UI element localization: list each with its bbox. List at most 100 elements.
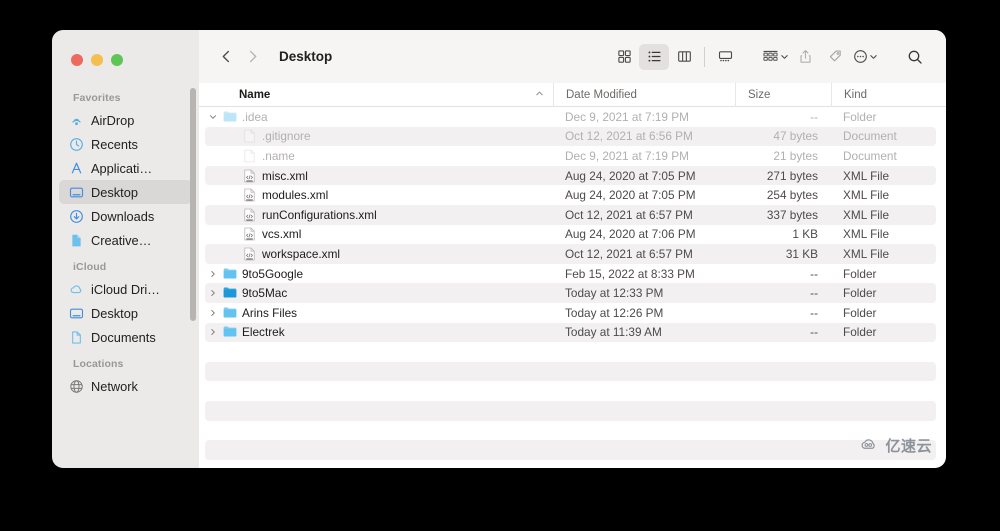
- file-list: .idea Dec 9, 2021 at 7:19 PM -- Folder .giti…: [199, 107, 946, 468]
- view-column-button[interactable]: [669, 44, 699, 70]
- desktop-icon: [69, 306, 84, 321]
- table-row[interactable]: 9to5Google Feb 15, 2022 at 8:33 PM -- Folde…: [199, 264, 946, 284]
- column-header-name[interactable]: Name: [199, 83, 553, 107]
- file-name-cell: Arins Files: [199, 306, 553, 320]
- tags-button[interactable]: [820, 44, 850, 70]
- sidebar-scrollbar[interactable]: [190, 88, 196, 321]
- sidebar-item-recents[interactable]: Recents: [59, 132, 192, 156]
- file-date-cell: Today at 11:39 AM: [565, 325, 662, 340]
- folder-icon: [223, 325, 237, 339]
- file-date-cell: Dec 9, 2021 at 7:19 PM: [565, 148, 689, 163]
- applications-icon: [69, 161, 84, 176]
- desktop-icon: [69, 185, 84, 200]
- file-name-cell: 9to5Mac: [199, 286, 553, 300]
- close-button[interactable]: [71, 54, 83, 66]
- cloud-logo-icon: [859, 436, 881, 455]
- sidebar-item-airdrop[interactable]: AirDrop: [59, 108, 192, 132]
- sidebar-item-label: Downloads: [91, 208, 155, 224]
- file-name-cell: modules.xml: [199, 188, 553, 202]
- folder-icon: [223, 110, 237, 124]
- empty-row: [199, 421, 946, 441]
- toolbar: Desktop: [199, 30, 946, 83]
- file-name-label: .gitignore: [262, 129, 311, 144]
- table-row[interactable]: Electrek Today at 11:39 AM -- Folder: [199, 322, 946, 343]
- table-row[interactable]: Arins Files Today at 12:26 PM -- Folder: [199, 303, 946, 323]
- disclosure-expanded-icon[interactable]: [207, 113, 218, 121]
- sidebar-item-label: iCloud Dri…: [91, 281, 160, 297]
- sidebar-item-label: Applicati…: [91, 160, 153, 176]
- table-row[interactable]: runConfigurations.xml Oct 12, 2021 at 6:5…: [199, 204, 946, 225]
- column-header-kind[interactable]: Kind: [831, 82, 946, 107]
- file-size-cell: 47 bytes: [773, 129, 818, 144]
- table-row[interactable]: misc.xml Aug 24, 2020 at 7:05 PM 271 bytes…: [199, 165, 946, 186]
- file-kind-cell: Folder: [843, 286, 877, 301]
- table-row[interactable]: 9to5Mac Today at 12:33 PM -- Folder: [199, 283, 946, 303]
- disclosure-collapsed-icon[interactable]: [207, 328, 218, 336]
- sidebar-item-network[interactable]: Network: [59, 374, 192, 398]
- column-header-date-modified[interactable]: Date Modified: [553, 82, 735, 107]
- page-title: Desktop: [279, 49, 333, 64]
- file-name-label: .idea: [242, 109, 268, 124]
- group-by-button[interactable]: [760, 44, 790, 70]
- file-date-cell: Today at 12:33 PM: [565, 286, 664, 301]
- more-options-button[interactable]: [850, 44, 880, 70]
- file-kind-cell: XML File: [843, 246, 890, 261]
- table-row[interactable]: .gitignore Oct 12, 2021 at 6:56 PM 47 byte…: [199, 126, 946, 147]
- maximize-button[interactable]: [111, 54, 123, 66]
- xml-file-icon: [243, 227, 257, 241]
- file-size-cell: 21 bytes: [773, 148, 818, 163]
- column-header-row: Name Date Modified Size Kind: [199, 82, 946, 107]
- sidebar-item-icloud-desktop[interactable]: Desktop: [59, 301, 192, 325]
- column-header-size[interactable]: Size: [735, 82, 831, 107]
- sidebar-section-icloud: iCloud: [73, 261, 107, 273]
- file-kind-cell: Folder: [843, 109, 877, 124]
- sidebar-section-locations: Locations: [73, 358, 124, 370]
- disclosure-collapsed-icon[interactable]: [207, 289, 218, 297]
- search-button[interactable]: [900, 44, 930, 70]
- forward-button[interactable]: [239, 44, 265, 70]
- view-icon-button[interactable]: [609, 44, 639, 70]
- file-kind-cell: XML File: [843, 227, 890, 242]
- file-size-cell: 254 bytes: [766, 188, 818, 203]
- share-button[interactable]: [790, 44, 820, 70]
- cloud-icon: [69, 282, 84, 297]
- minimize-button[interactable]: [91, 54, 103, 66]
- table-row[interactable]: vcs.xml Aug 24, 2020 at 7:06 PM 1 KB XML Fi…: [199, 225, 946, 245]
- document-icon: [243, 129, 257, 143]
- disclosure-collapsed-icon[interactable]: [207, 309, 218, 317]
- chevron-down-icon: [869, 48, 878, 66]
- view-list-button[interactable]: [639, 43, 669, 70]
- file-size-cell: --: [810, 109, 818, 124]
- sidebar: Favorites AirDrop Recents Applicati… Des…: [52, 30, 199, 468]
- disclosure-collapsed-icon[interactable]: [207, 270, 218, 278]
- clock-icon: [69, 137, 84, 152]
- file-name-label: modules.xml: [262, 188, 329, 203]
- sidebar-section-favorites: Favorites: [73, 92, 121, 104]
- sidebar-item-label: Creative…: [91, 232, 152, 248]
- file-size-cell: --: [810, 325, 818, 340]
- sidebar-item-desktop[interactable]: Desktop: [59, 180, 192, 204]
- file-kind-cell: XML File: [843, 168, 890, 183]
- view-gallery-button[interactable]: [710, 44, 740, 70]
- globe-icon: [69, 379, 84, 394]
- table-row[interactable]: workspace.xml Oct 12, 2021 at 6:57 PM 31 K…: [199, 244, 946, 264]
- sidebar-item-downloads[interactable]: Downloads: [59, 204, 192, 228]
- file-name-label: Electrek: [242, 325, 285, 340]
- file-kind-cell: Folder: [843, 305, 877, 320]
- file-name-cell: vcs.xml: [199, 227, 553, 241]
- sidebar-item-applications[interactable]: Applicati…: [59, 156, 192, 180]
- sidebar-item-documents[interactable]: Documents: [59, 325, 192, 349]
- sidebar-item-creative[interactable]: Creative…: [59, 228, 192, 252]
- sidebar-item-icloud-drive[interactable]: iCloud Dri…: [59, 277, 192, 301]
- sidebar-item-label: Network: [91, 378, 138, 394]
- file-name-label: 9to5Mac: [242, 286, 288, 301]
- table-row[interactable]: modules.xml Aug 24, 2020 at 7:05 PM 254 by…: [199, 185, 946, 205]
- back-button[interactable]: [213, 44, 239, 70]
- file-name-cell: .gitignore: [199, 129, 553, 143]
- traffic-lights: [52, 30, 199, 83]
- file-kind-cell: Folder: [843, 325, 877, 340]
- file-size-cell: --: [810, 286, 818, 301]
- table-row[interactable]: .idea Dec 9, 2021 at 7:19 PM -- Folder: [199, 107, 946, 127]
- file-size-cell: 337 bytes: [766, 207, 818, 222]
- table-row[interactable]: .name Dec 9, 2021 at 7:19 PM 21 bytes Docum…: [199, 146, 946, 166]
